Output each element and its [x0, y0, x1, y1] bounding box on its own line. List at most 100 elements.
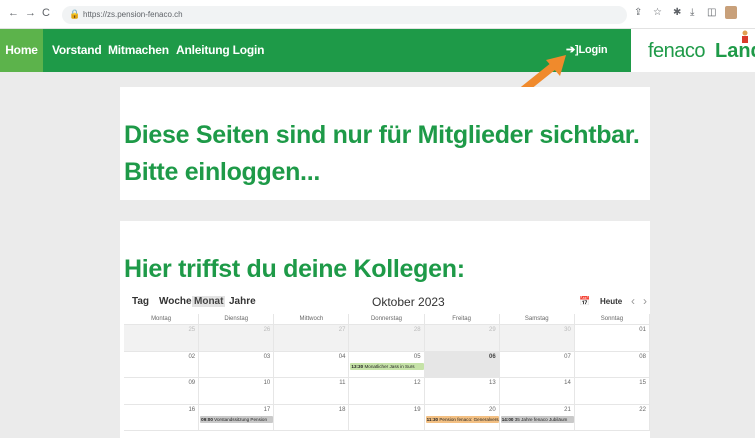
view-woche-button[interactable]: Woche	[157, 296, 194, 307]
calendar-day-cell[interactable]: 16	[124, 404, 200, 431]
event-time: 11:30	[426, 416, 440, 422]
weekday-header: Mittwoch	[274, 314, 350, 325]
calendar-day-cell[interactable]: 07	[499, 351, 575, 378]
chevron-left-icon[interactable]: ‹	[631, 294, 635, 308]
event-title: Pension fenaco: Generalversammlung	[439, 416, 499, 422]
view-tag-button[interactable]: Tag	[130, 296, 151, 307]
calendar-headline: Hier triffst du deine Kollegen:	[124, 255, 465, 283]
day-number: 25	[188, 327, 196, 333]
calendar-day-cell[interactable]: 17 09:00 Vorstandssitzung Pension	[199, 404, 275, 431]
calendar-day-cell[interactable]: 13	[424, 378, 500, 405]
day-number: 12	[413, 380, 421, 386]
calendar-day-cell[interactable]: 06	[424, 351, 500, 378]
calendar-day-cell[interactable]: 27	[274, 325, 350, 352]
event-title: Vorstandssitzung Pension	[214, 416, 268, 422]
day-number: 29	[489, 327, 496, 333]
calendar-event[interactable]: 13:30 Monatlicher Jass in Surs	[350, 362, 424, 370]
day-number: 10	[263, 380, 271, 386]
back-arrow-icon[interactable]: ←	[8, 7, 19, 19]
day-number: 09	[188, 380, 196, 386]
calendar-day-cell[interactable]: 28	[349, 325, 425, 352]
calendar-day-cell[interactable]: 11	[274, 378, 350, 405]
profile-avatar[interactable]	[725, 6, 737, 19]
calendar-day-cell[interactable]: 30	[499, 325, 575, 352]
today-button[interactable]: Heute	[600, 297, 622, 306]
reload-icon[interactable]: C	[42, 7, 50, 19]
calendar-day-cell[interactable]: 09	[124, 378, 200, 405]
browser-toolbar: ← → C 🔒 https://zs.pension-fenaco.ch ⇪ ☆…	[0, 0, 755, 29]
weekday-header: Dienstag	[199, 314, 275, 325]
day-number: 03	[263, 353, 271, 360]
calendar-day-cell[interactable]: 29	[424, 325, 500, 352]
event-title: Monatlicher Jass in Surs	[364, 363, 415, 369]
login-label: Login	[578, 44, 608, 56]
calendar-event[interactable]: 14:00 35 Jahre fenaco Jubiläum	[500, 415, 574, 423]
nav-vorstand[interactable]: Vorstand	[52, 29, 102, 72]
day-number: 02	[188, 353, 196, 360]
members-only-heading: Diese Seiten sind nur für Mitglieder sic…	[124, 121, 640, 149]
forward-arrow-icon[interactable]: →	[25, 7, 36, 19]
day-number: 05	[413, 353, 421, 360]
nav-home[interactable]: Home	[0, 29, 43, 72]
calendar-day-cell[interactable]: 02	[124, 351, 200, 378]
day-number: 26	[263, 327, 271, 333]
calendar-event[interactable]: 11:30 Pension fenaco: Generalversammlung	[425, 415, 499, 423]
day-number: 11	[339, 380, 346, 386]
calendar-day-cell[interactable]: 15	[574, 378, 650, 405]
day-number: 01	[639, 327, 646, 333]
nav-mitmachen[interactable]: Mitmachen	[108, 29, 169, 72]
day-number: 20	[489, 406, 496, 413]
fenaco-logo[interactable]: fenaco	[648, 40, 706, 63]
calendar-event[interactable]: 09:00 Vorstandssitzung Pension	[200, 415, 274, 423]
share-icon[interactable]: ⇪	[634, 7, 642, 18]
calendar-day-cell[interactable]: 26	[199, 325, 275, 352]
day-number: 06	[489, 353, 496, 360]
calendar-day-cell[interactable]: 03	[199, 351, 275, 378]
day-number: 15	[639, 380, 646, 386]
calendar-day-cell[interactable]: 10	[199, 378, 275, 405]
calendar-day-cell[interactable]: 18	[274, 404, 350, 431]
star-icon[interactable]: ☆	[653, 7, 662, 18]
calendar-day-cell[interactable]: 19	[349, 404, 425, 431]
calendar-day-cell[interactable]: 08	[574, 351, 650, 378]
event-title: 35 Jahre fenaco Jubiläum	[514, 416, 568, 422]
nav-anleitung-login[interactable]: Anleitung Login	[176, 29, 265, 72]
address-bar[interactable]: 🔒 https://zs.pension-fenaco.ch	[62, 6, 627, 24]
login-button[interactable]: ➔]Login	[566, 29, 608, 72]
day-number: 18	[338, 406, 346, 413]
weekday-header: Freitag	[424, 314, 500, 325]
download-icon[interactable]: ⤓	[690, 7, 694, 18]
weekday-header: Sonntag	[574, 314, 650, 325]
day-number: 27	[338, 327, 346, 333]
calendar-toolbar: Tag Woche Monat Jahre Oktober 2023 📅 Heu…	[124, 294, 654, 311]
calendar-day-cell[interactable]: 20 11:30 Pension fenaco: Generalversammlu…	[424, 404, 500, 431]
day-number: 08	[639, 353, 646, 360]
url-text: https://zs.pension-fenaco.ch	[83, 10, 183, 19]
calendar-day-cell[interactable]: 04	[274, 351, 350, 378]
day-number: 30	[564, 327, 571, 333]
view-jahre-button[interactable]: Jahre	[227, 296, 258, 307]
calendar-day-cell[interactable]: 22	[574, 404, 650, 431]
calendar-title: Oktober 2023	[372, 295, 445, 309]
calendar-day-cell[interactable]: 05 13:30 Monatlicher Jass in Surs	[349, 351, 425, 378]
view-monat-button[interactable]: Monat	[192, 296, 226, 307]
calendar-day-cell[interactable]: 14	[499, 378, 575, 405]
calendar-icon[interactable]: 📅	[579, 296, 590, 307]
day-number: 16	[188, 406, 196, 413]
calendar-day-cell[interactable]: 01	[574, 325, 650, 352]
extensions-icon[interactable]: ✱	[673, 7, 681, 18]
please-login-heading: Bitte einloggen...	[124, 158, 320, 186]
day-number: 07	[564, 353, 571, 360]
day-number: 28	[413, 327, 421, 333]
calendar-day-cell[interactable]: 25	[124, 325, 200, 352]
calendar-day-cell[interactable]: 12	[349, 378, 425, 405]
chevron-right-icon[interactable]: ›	[643, 294, 647, 308]
weekday-header: Montag	[124, 314, 200, 325]
day-number: 21	[564, 406, 571, 413]
event-time: 13:30	[351, 363, 365, 369]
window-icon[interactable]: ◫	[707, 7, 716, 18]
day-number: 14	[564, 380, 571, 386]
lock-icon: 🔒	[69, 9, 81, 19]
calendar-day-cell[interactable]: 21 14:00 35 Jahre fenaco Jubiläum	[499, 404, 575, 431]
day-number: 17	[263, 406, 271, 413]
